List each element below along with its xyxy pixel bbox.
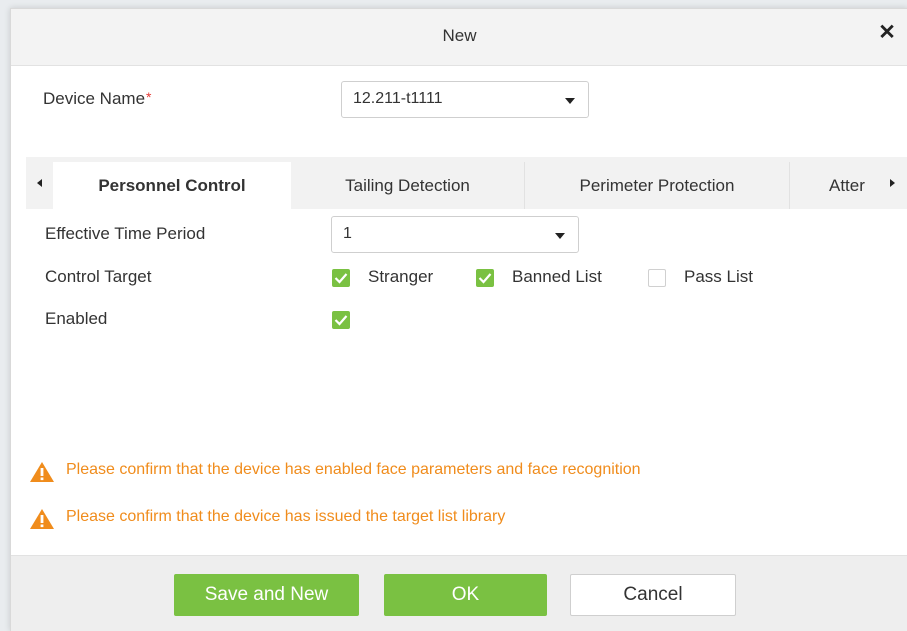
dialog-footer: Save and New OK Cancel (11, 555, 907, 631)
effective-time-period-select[interactable]: 1 (331, 216, 579, 253)
ok-button[interactable]: OK (384, 574, 547, 616)
device-name-label: Device Name* (43, 89, 152, 109)
device-name-label-text: Device Name (43, 89, 146, 108)
save-and-new-button[interactable]: Save and New (174, 574, 359, 616)
pass-list-label: Pass List (684, 267, 753, 286)
close-icon[interactable]: ✕ (876, 21, 898, 45)
required-mark: * (146, 89, 152, 105)
new-dialog: New ✕ Device Name* 12.211-t1111 Personne… (10, 8, 907, 631)
check-icon (334, 273, 348, 284)
enabled-checkbox[interactable] (332, 311, 350, 329)
control-target-label: Control Target (45, 267, 152, 286)
banned-list-label: Banned List (512, 267, 602, 286)
check-icon (478, 273, 492, 284)
effective-time-period-value: 1 (343, 225, 352, 242)
chevron-down-icon (565, 98, 575, 104)
tab-tailing-detection[interactable]: Tailing Detection (291, 162, 525, 209)
device-name-select[interactable]: 12.211-t1111 (341, 81, 589, 118)
banned-list-checkbox[interactable] (476, 269, 494, 287)
chevron-down-icon (555, 233, 565, 239)
dialog-title: New (442, 26, 477, 45)
warning-icon (30, 462, 54, 482)
stranger-checkbox[interactable] (332, 269, 350, 287)
warning-text: Please confirm that the device has issue… (66, 508, 506, 525)
tab-scroll-left-icon[interactable] (26, 157, 52, 209)
warning-icon (30, 509, 54, 529)
tab-bar: Personnel Control Tailing Detection Peri… (26, 157, 907, 209)
pass-list-checkbox[interactable] (648, 269, 666, 287)
tab-personnel-control[interactable]: Personnel Control (53, 162, 291, 209)
warning-text: Please confirm that the device has enabl… (66, 461, 641, 478)
enabled-label: Enabled (45, 309, 108, 328)
device-name-value: 12.211-t1111 (353, 90, 443, 107)
stranger-label: Stranger (368, 267, 434, 286)
tab-perimeter-protection[interactable]: Perimeter Protection (525, 162, 790, 209)
check-icon (334, 315, 348, 326)
tab-scroll-right-icon[interactable] (882, 157, 907, 209)
cancel-button[interactable]: Cancel (570, 574, 736, 616)
dialog-titlebar: New ✕ (11, 9, 907, 66)
effective-time-period-label: Effective Time Period (45, 224, 206, 243)
